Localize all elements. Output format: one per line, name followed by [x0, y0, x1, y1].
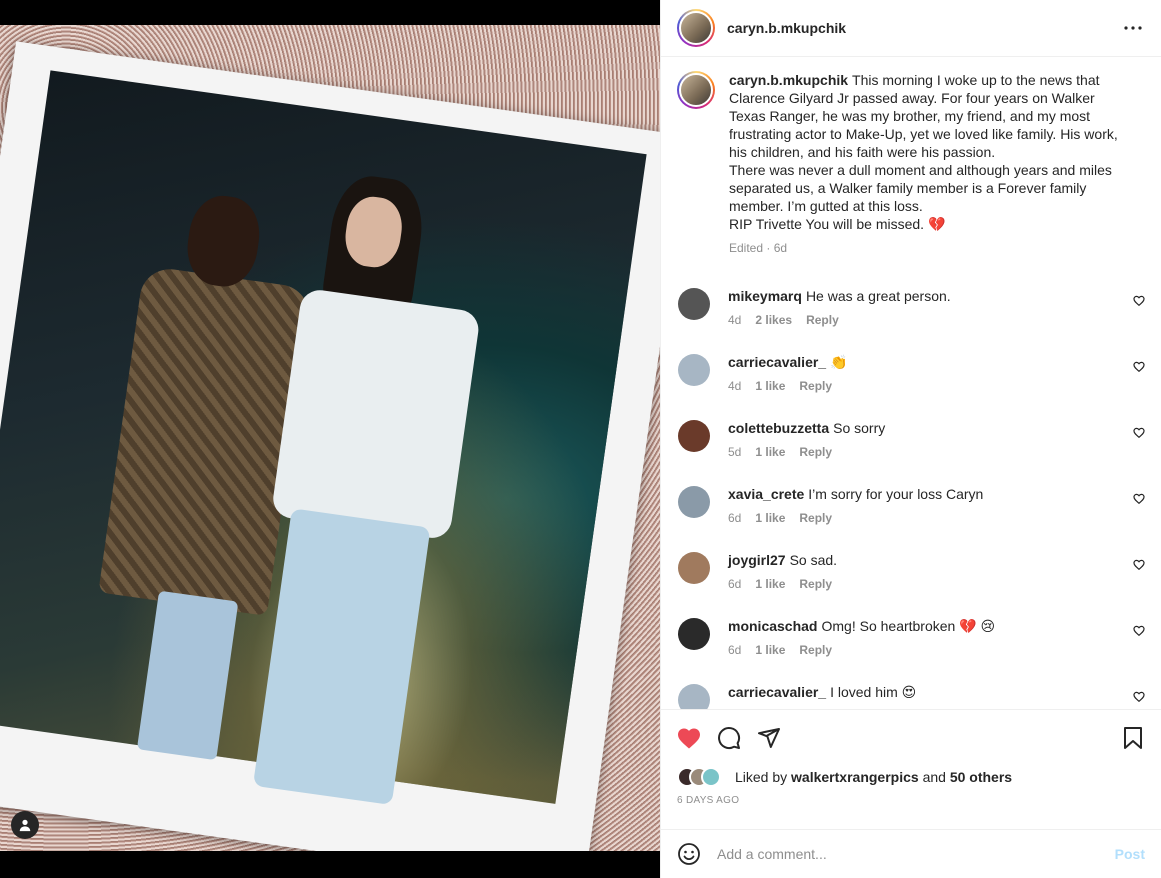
comment-age[interactable]: 4d: [728, 313, 741, 327]
liker-avatars: [677, 767, 729, 787]
commenter-avatar[interactable]: [678, 288, 710, 320]
comment-text: He was a great person.: [805, 288, 951, 304]
comment-text: So sad.: [789, 552, 838, 568]
author-avatar[interactable]: [677, 9, 715, 47]
comment-likes[interactable]: 1 like: [755, 643, 785, 657]
heart-outline-icon[interactable]: [1133, 557, 1145, 571]
action-area: Liked by walkertxrangerpics and 50 other…: [661, 709, 1161, 806]
comment-input[interactable]: [717, 846, 1115, 862]
commenter-username[interactable]: colettebuzzetta: [728, 420, 829, 436]
heart-outline-icon[interactable]: [1133, 689, 1145, 703]
tagged-user-icon[interactable]: [11, 811, 39, 839]
comment-text: So sorry: [833, 420, 886, 436]
comment-age[interactable]: 4d: [728, 379, 741, 393]
emoji-icon[interactable]: [677, 842, 701, 866]
likes-summary: Liked by walkertxrangerpics and 50 other…: [677, 765, 1145, 789]
comment-row: carriecavalier_ 👏 4d 1 like Reply: [677, 353, 1145, 397]
post-comment-button[interactable]: Post: [1115, 846, 1145, 862]
comments-section: caryn.b.mkupchik This morning I woke up t…: [661, 57, 1161, 709]
comment-row: xavia_crete I’m sorry for your loss Caryn…: [677, 485, 1145, 529]
commenter-avatar[interactable]: [678, 552, 710, 584]
comment-age[interactable]: 5d: [728, 445, 741, 459]
reply-button[interactable]: Reply: [799, 445, 832, 459]
commenter-avatar[interactable]: [678, 354, 710, 386]
photo-panel: [0, 0, 660, 878]
commenter-username[interactable]: joygirl27: [728, 552, 786, 568]
comment-text: I loved him 😍: [830, 684, 917, 700]
reply-button[interactable]: Reply: [799, 379, 832, 393]
comment-row: colettebuzzetta So sorry 5d 1 like Reply: [677, 419, 1145, 463]
author-username[interactable]: caryn.b.mkupchik: [727, 20, 846, 36]
heart-outline-icon[interactable]: [1133, 359, 1145, 373]
comment-text: I’m sorry for your loss Caryn: [808, 486, 984, 502]
comments-list: mikeymarq He was a great person. 4d 2 likes…: [677, 287, 1145, 709]
post-image[interactable]: [0, 25, 660, 851]
add-comment-bar: Post: [661, 829, 1161, 878]
comment-text: 👏: [830, 354, 848, 370]
caption-text: This morning I woke up to the news that …: [729, 72, 1118, 232]
caption-username[interactable]: caryn.b.mkupchik: [729, 72, 848, 88]
commenter-avatar[interactable]: [678, 420, 710, 452]
photo-scene: [0, 70, 647, 806]
commenter-username[interactable]: xavia_crete: [728, 486, 804, 502]
comment-age[interactable]: 6d: [728, 511, 741, 525]
reply-button[interactable]: Reply: [799, 643, 832, 657]
post-header: caryn.b.mkupchik: [661, 0, 1161, 57]
comment-icon[interactable]: [717, 726, 741, 750]
heart-outline-icon[interactable]: [1133, 491, 1145, 505]
commenter-avatar[interactable]: [678, 684, 710, 709]
caption: caryn.b.mkupchik This morning I woke up t…: [677, 71, 1145, 257]
heart-filled-icon[interactable]: [677, 726, 701, 750]
reply-button[interactable]: Reply: [799, 577, 832, 591]
comment-likes[interactable]: 1 like: [755, 577, 785, 591]
commenter-username[interactable]: carriecavalier_: [728, 354, 826, 370]
reply-button[interactable]: Reply: [806, 313, 839, 327]
polaroid-photo: [0, 41, 660, 851]
commenter-avatar[interactable]: [678, 486, 710, 518]
caption-meta: Edited · 6d: [729, 241, 788, 255]
comment-row: joygirl27 So sad. 6d 1 like Reply: [677, 551, 1145, 595]
action-bar: [677, 710, 1145, 765]
comment-likes[interactable]: 1 like: [755, 511, 785, 525]
heart-outline-icon[interactable]: [1133, 425, 1145, 439]
comment-row: monicaschad Omg! So heartbroken 💔 😢 6d 1 li…: [677, 617, 1145, 661]
post-sidebar: caryn.b.mkupchik caryn.b.mkupchik This mo…: [660, 0, 1161, 878]
likes-others-link[interactable]: 50 others: [950, 769, 1012, 785]
caption-author-avatar[interactable]: [677, 71, 715, 109]
comment-row: mikeymarq He was a great person. 4d 2 likes…: [677, 287, 1145, 331]
reply-button[interactable]: Reply: [799, 511, 832, 525]
likes-middle: and: [922, 769, 946, 785]
post-view: caryn.b.mkupchik caryn.b.mkupchik This mo…: [0, 0, 1161, 878]
comment-age[interactable]: 6d: [728, 643, 741, 657]
comment-row: carriecavalier_ I loved him 😍: [677, 683, 1145, 709]
bookmark-icon[interactable]: [1121, 726, 1145, 750]
commenter-username[interactable]: carriecavalier_: [728, 684, 826, 700]
commenter-username[interactable]: mikeymarq: [728, 288, 802, 304]
heart-outline-icon[interactable]: [1133, 623, 1145, 637]
post-timestamp[interactable]: 6 DAYS AGO: [677, 795, 1145, 806]
commenter-username[interactable]: monicaschad: [728, 618, 817, 634]
comment-age[interactable]: 6d: [728, 577, 741, 591]
more-horizontal-icon[interactable]: [1121, 16, 1145, 40]
comment-text: Omg! So heartbroken 💔 😢: [821, 618, 996, 634]
comment-likes[interactable]: 2 likes: [755, 313, 792, 327]
comment-likes[interactable]: 1 like: [755, 379, 785, 393]
liker-username[interactable]: walkertxrangerpics: [791, 769, 919, 785]
share-icon[interactable]: [757, 726, 781, 750]
likes-prefix: Liked by: [735, 769, 788, 785]
heart-outline-icon[interactable]: [1133, 293, 1145, 307]
commenter-avatar[interactable]: [678, 618, 710, 650]
comment-likes[interactable]: 1 like: [755, 445, 785, 459]
